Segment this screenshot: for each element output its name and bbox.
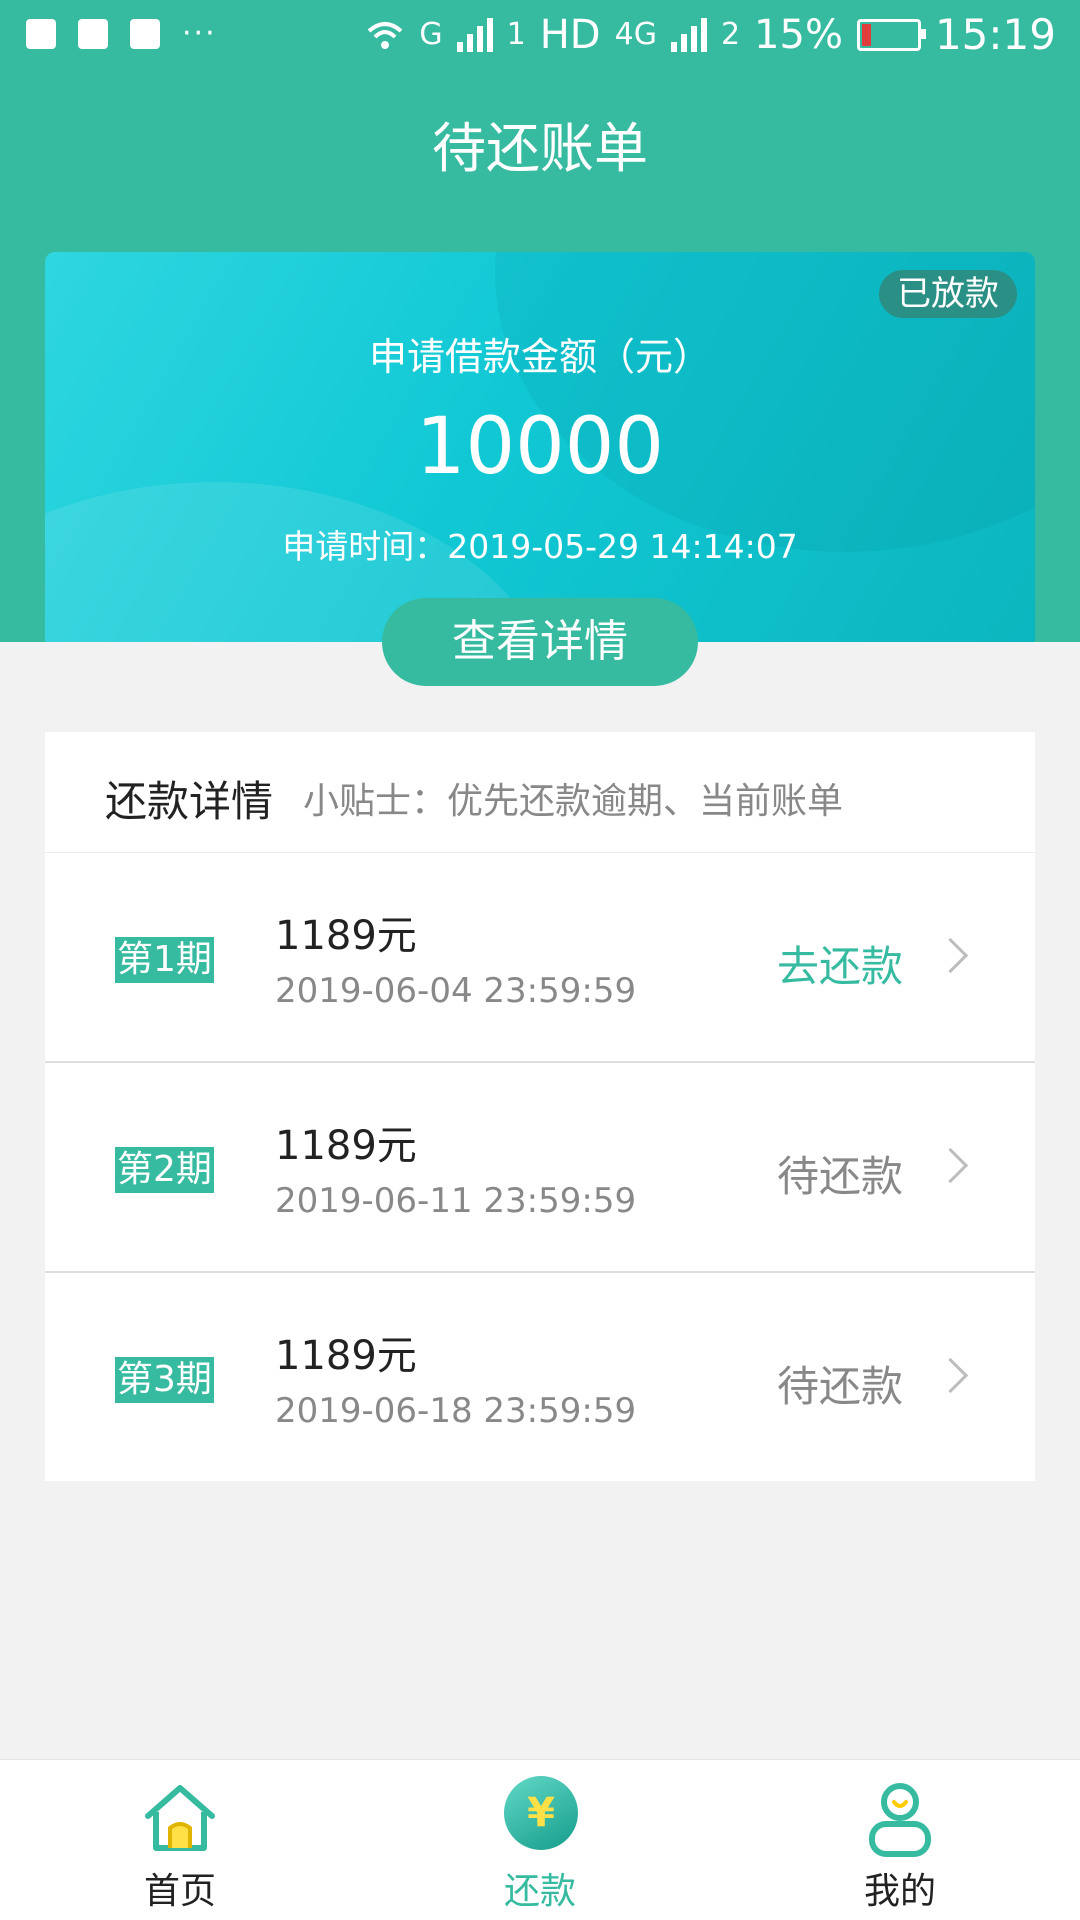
period-badge: 第1期 [115,937,214,983]
wifi-icon [368,21,403,49]
repay-now-link[interactable]: 去还款 [777,933,903,994]
installment-amount: 1189元 [275,913,417,959]
loan-amount-label: 申请借款金额（元） [368,335,711,379]
loan-summary-card: 已放款 申请借款金额（元） 10000 申请时间：2019-05-29 14:1… [45,252,1035,642]
tab-mine-label: 我的 [863,1871,936,1912]
installment-due-date: 2019-06-04 23:59:59 [275,971,637,1011]
image-icon [130,18,160,49]
installment-amount: 1189元 [275,1123,417,1169]
period-badge: 第2期 [115,1147,214,1193]
tab-home-label: 首页 [143,1871,216,1912]
network-type-4g: 4G [614,17,657,52]
tab-repay-label: 还款 [503,1871,576,1912]
signal-icon-1 [456,17,493,52]
clock: 15:19 [934,10,1056,59]
hd-indicator: HD [539,11,601,58]
period-badge: 第3期 [115,1357,214,1403]
page-title: 待还账单 [432,117,648,180]
chevron-right-icon[interactable] [932,1147,969,1184]
battery-percent: 15% [754,11,843,58]
tab-home[interactable]: 首页 [80,1760,280,1920]
home-icon [145,1785,215,1851]
apply-time: 申请时间：2019-05-29 14:14:07 [282,527,798,566]
installment-status: 待还款 [776,1362,903,1411]
installment-due-date: 2019-06-18 23:59:59 [275,1391,637,1431]
user-profile-icon [869,1783,931,1857]
repayment-list-header: 还款详情 小贴士：优先还款逾期、当前账单 [45,732,1035,853]
installment-row-2[interactable]: 第2期 1189元 2019-06-11 23:59:59 待还款 [45,1063,1035,1273]
chevron-right-icon[interactable] [932,1357,969,1394]
tab-repay[interactable]: ¥ 还款 [440,1760,640,1920]
status-bar: ··· G 1 HD 4G 2 15% 15:19 [0,0,1080,76]
view-details-button[interactable]: 查看详情 [382,598,698,686]
battery-icon [856,18,926,51]
repayment-tip: 小贴士：优先还款逾期、当前账单 [303,781,844,822]
installment-amount: 1189元 [275,1333,417,1379]
installment-row-1[interactable]: 第1期 1189元 2019-06-04 23:59:59 去还款 [45,853,1035,1063]
loan-status-badge: 已放款 [879,270,1017,318]
alert-icon [78,18,108,49]
network-type-g: G [419,17,443,52]
installment-row-3[interactable]: 第3期 1189元 2019-06-18 23:59:59 待还款 [45,1273,1035,1481]
loan-amount: 10000 [415,402,665,492]
tab-mine[interactable]: 我的 [800,1760,1000,1920]
installment-due-date: 2019-06-11 23:59:59 [275,1181,637,1221]
sim-slot-1: 1 [506,17,526,52]
bottom-tab-bar: 首页 ¥ 还款 我的 [0,1759,1080,1920]
repayment-list: 还款详情 小贴士：优先还款逾期、当前账单 第1期 1189元 2019-06-0… [45,732,1035,1481]
repayment-title: 还款详情 [105,777,274,826]
signal-icon-2 [670,17,707,52]
installment-status: 待还款 [776,1152,903,1201]
sim-slot-2: 2 [720,17,741,52]
repay-coin-icon: ¥ [504,1776,578,1850]
message-icon [26,18,56,49]
more-notifications-icon: ··· [182,16,217,51]
chevron-right-icon[interactable] [932,937,969,974]
